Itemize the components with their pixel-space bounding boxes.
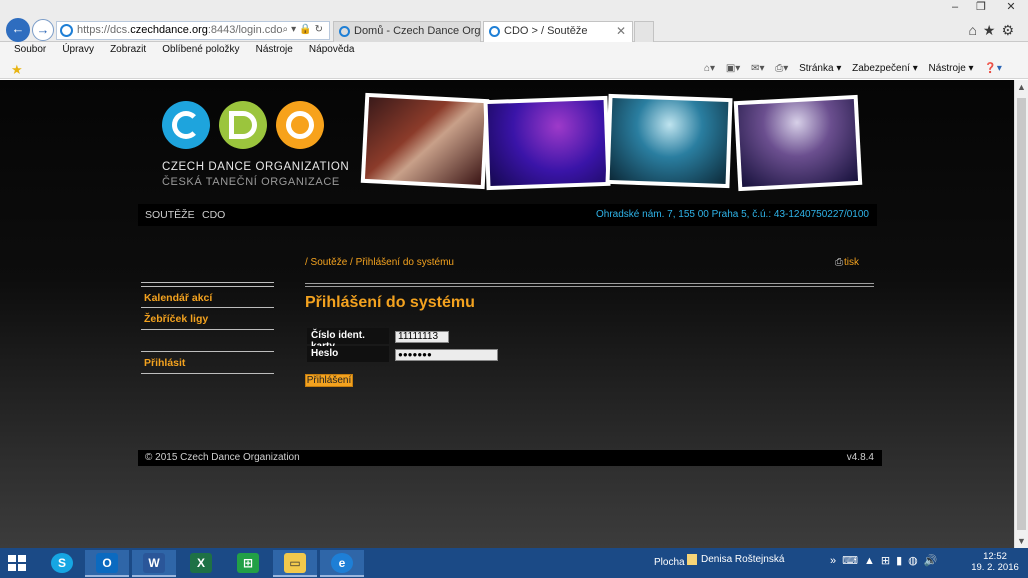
divider	[141, 373, 274, 374]
password-input[interactable]: ●●●●●●●	[395, 349, 498, 361]
add-favorites-icon[interactable]: ★	[11, 62, 23, 78]
divider	[141, 282, 274, 283]
menu-kalendar-akci[interactable]: Kalendář akcí	[144, 292, 212, 304]
taskbar-clock[interactable]: 12:52 19. 2. 2016	[968, 551, 1022, 573]
tab-ie-icon	[339, 26, 350, 37]
address-tools-icons[interactable]: ⌕▾🔒↻	[283, 24, 326, 35]
address-url: https://dcs.czechdance.org:8443/login.cd…	[77, 24, 283, 36]
minimize-button[interactable]: –	[942, 0, 968, 16]
restore-button[interactable]: ❐	[968, 0, 994, 16]
page-title: Přihlášení do systému	[305, 294, 475, 311]
print-icon[interactable]: ⎙▾	[775, 63, 788, 74]
menu-soubor[interactable]: Soubor	[14, 44, 46, 55]
system-tray-icons[interactable]: »⌨▲⊞▮◍🔊	[830, 554, 943, 567]
logo-d-icon	[219, 101, 267, 149]
scroll-up-icon[interactable]: ▲	[1017, 82, 1026, 92]
header-photo	[733, 94, 863, 192]
divider	[305, 286, 874, 287]
breadcrumb[interactable]: / Soutěže / Přihlášení do systému	[305, 257, 454, 268]
home-favorites-settings-icons[interactable]: ⌂★⚙	[968, 22, 1020, 39]
close-tab-icon[interactable]: ✕	[616, 24, 626, 38]
nav-souteze[interactable]: SOUTĚŽE	[145, 209, 195, 221]
word-icon[interactable]: W	[132, 550, 176, 577]
card-number-input[interactable]: 11111113	[395, 331, 449, 343]
vertical-scrollbar[interactable]: ▲ ▼	[1014, 80, 1028, 548]
close-window-button[interactable]: ✕	[994, 0, 1028, 16]
help-icon[interactable]: ❓▾	[984, 63, 1001, 74]
footer-version: v4.8.4	[846, 452, 874, 463]
scroll-down-icon[interactable]: ▼	[1017, 536, 1026, 546]
tools-menu[interactable]: Nástroje ▾	[929, 63, 974, 74]
address-bar[interactable]: https://dcs.czechdance.org:8443/login.cd…	[56, 21, 330, 40]
menu-zebricek-ligy[interactable]: Žebříček ligy	[144, 313, 208, 325]
menu-oblibene[interactable]: Oblíbené položky	[162, 44, 239, 55]
user-toolbar[interactable]: Denisa Roštejnská	[687, 554, 784, 565]
logo-o-icon	[276, 101, 324, 149]
menu-bar: Soubor Úpravy Zobrazit Oblíbené položky …	[0, 42, 1028, 60]
excel-icon[interactable]: X	[179, 550, 223, 577]
main-navbar: SOUTĚŽE CDO Ohradské nám. 7, 155 00 Prah…	[138, 204, 877, 226]
header-photo	[605, 93, 733, 189]
print-label: tisk	[844, 257, 859, 268]
tab-label: Domů - Czech Dance Organiza...	[354, 25, 481, 37]
organization-address: Ohradské nám. 7, 155 00 Praha 5, č.ú.: 4…	[596, 209, 869, 220]
page-viewport: CZECH DANCE ORGANIZATION ČESKÁ TANEČNÍ O…	[0, 80, 1014, 548]
store-icon[interactable]: ⊞	[226, 550, 270, 577]
print-link[interactable]: ⎙tisk	[835, 257, 859, 268]
divider	[141, 329, 274, 330]
windows-taskbar: S O W X ⊞ ▭ e Plocha Denisa Roštejnská »…	[0, 548, 1028, 578]
password-label: Heslo	[307, 346, 389, 362]
windows-start-icon[interactable]	[8, 555, 26, 572]
clock-date: 19. 2. 2016	[971, 562, 1019, 573]
divider	[305, 283, 874, 284]
home-cmd-icon[interactable]: ⌂▾	[704, 63, 715, 74]
back-button[interactable]: ←	[6, 18, 30, 42]
feeds-icon[interactable]: ▣▾	[726, 63, 740, 74]
divider	[141, 351, 274, 352]
header-photo	[360, 92, 490, 190]
new-tab-button[interactable]	[634, 21, 654, 42]
user-folder-icon	[687, 554, 697, 565]
card-number-label: Číslo ident. karty	[307, 328, 389, 352]
tab-souteze[interactable]: CDO > / Soutěže ✕	[483, 21, 633, 42]
browser-titlebar: – ❐ ✕ ← → https://dcs.czechdance.org:844…	[0, 0, 1028, 42]
divider	[141, 286, 274, 287]
menu-napoveda[interactable]: Nápověda	[309, 44, 355, 55]
command-bar: ★ ⌂▾ ▣▾ ✉▾ ⎙▾ Stránka ▾ Zabezpečení ▾ Ná…	[0, 60, 1028, 79]
menu-nastroje[interactable]: Nástroje	[256, 44, 293, 55]
tab-label: CDO > / Soutěže	[504, 25, 588, 37]
security-menu[interactable]: Zabezpečení ▾	[852, 63, 918, 74]
menu-upravy[interactable]: Úpravy	[62, 44, 94, 55]
tab-home[interactable]: Domů - Czech Dance Organiza...	[333, 21, 481, 42]
forward-button[interactable]: →	[32, 19, 54, 41]
clock-time: 12:52	[983, 551, 1007, 562]
outlook-icon[interactable]: O	[85, 550, 129, 577]
logo-title: CZECH DANCE ORGANIZATION	[162, 161, 350, 173]
nav-cdo[interactable]: CDO	[202, 209, 225, 221]
logo-subtitle: ČESKÁ TANEČNÍ ORGANIZACE	[162, 176, 340, 188]
logo-c-icon	[162, 101, 210, 149]
header-photo	[483, 95, 611, 191]
desktop-toolbar-label[interactable]: Plocha	[654, 557, 685, 568]
divider	[141, 307, 274, 308]
printer-icon: ⎙	[835, 257, 843, 268]
page-footer: © 2015 Czech Dance Organization v4.8.4	[138, 450, 882, 466]
ie-site-icon	[60, 24, 73, 37]
menu-prihlasit[interactable]: Přihlásit	[144, 357, 185, 369]
skype-icon[interactable]: S	[40, 550, 84, 577]
login-button[interactable]: Přihlášení	[305, 374, 353, 387]
file-explorer-icon[interactable]: ▭	[273, 550, 317, 577]
mail-icon[interactable]: ✉▾	[751, 63, 764, 74]
user-label: Denisa Roštejnská	[701, 554, 785, 566]
footer-copyright: © 2015 Czech Dance Organization	[145, 452, 300, 463]
page-menu[interactable]: Stránka ▾	[799, 63, 841, 74]
menu-zobrazit[interactable]: Zobrazit	[110, 44, 146, 55]
internet-explorer-icon[interactable]: e	[320, 550, 364, 577]
tab-ie-icon	[489, 26, 500, 37]
scroll-thumb[interactable]	[1017, 98, 1026, 530]
